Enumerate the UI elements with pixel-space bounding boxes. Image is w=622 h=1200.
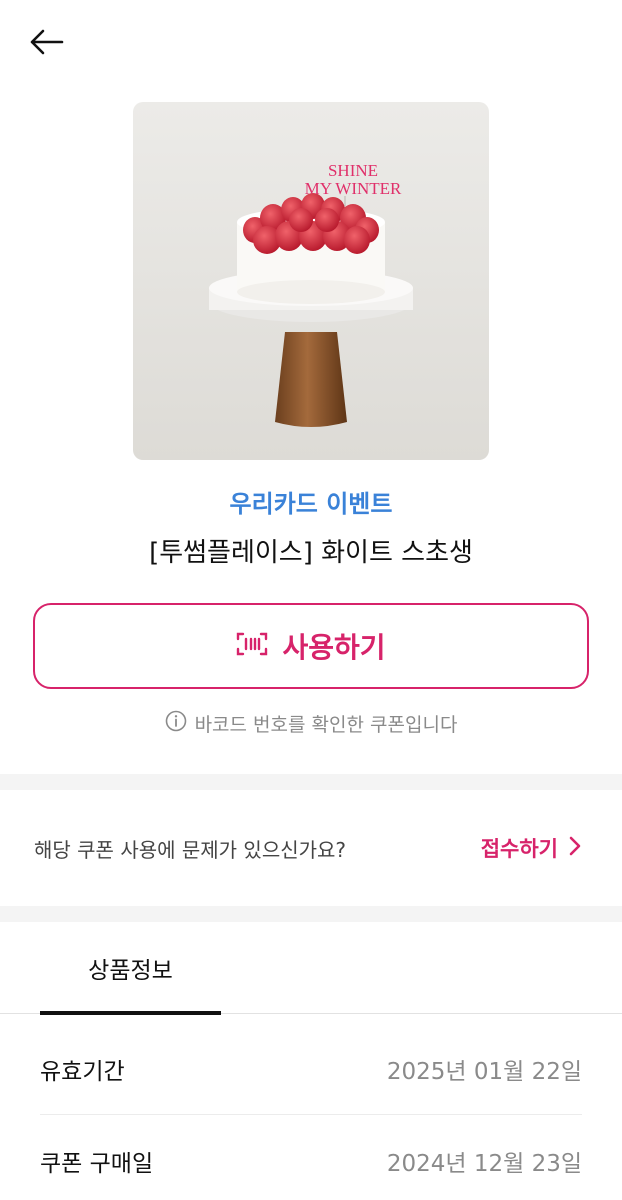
arrow-left-icon [28, 28, 64, 60]
info-row-validity: 유효기간 2025년 01월 22일 [40, 1023, 582, 1115]
report-submit-label: 접수하기 [480, 837, 558, 861]
purchase-date-label: 쿠폰 구매일 [40, 1151, 154, 1177]
info-circle-icon [165, 710, 187, 737]
section-divider [0, 774, 622, 790]
info-row-purchase-date: 쿠폰 구매일 2024년 12월 23일 [40, 1115, 582, 1200]
cake-topper-line2: MY WINTER [305, 179, 402, 198]
cake-topper-line1: SHINE [328, 161, 378, 180]
purchase-date-value: 2024년 12월 23일 [386, 1151, 582, 1177]
back-button[interactable] [22, 22, 70, 66]
use-coupon-label: 사용하기 [282, 631, 386, 664]
coupon-detail-page: SHINE MY WINTER 우리카드 이벤트 [투썸플레이스] 화이트 스초… [0, 0, 622, 1200]
tab-product-info[interactable]: 상품정보 [40, 922, 221, 1014]
report-submit-link[interactable]: 접수하기 [481, 833, 582, 863]
barcode-notice-text: 바코드 번호를 확인한 쿠폰입니다 [194, 714, 458, 736]
report-problem-row: 해당 쿠폰 사용에 문제가 있으신가요? 접수하기 [0, 790, 622, 906]
brand-label: 우리카드 이벤트 [229, 490, 393, 518]
barcode-notice: 바코드 번호를 확인한 쿠폰입니다 [0, 710, 622, 737]
product-image: SHINE MY WINTER [133, 102, 489, 460]
report-question: 해당 쿠폰 사용에 문제가 있으신가요? [34, 837, 347, 862]
barcode-scan-icon [236, 631, 268, 661]
chevron-right-icon [568, 835, 582, 862]
tab-active-indicator [40, 1011, 221, 1015]
validity-label: 유효기간 [40, 1058, 125, 1085]
section-divider [0, 906, 622, 922]
validity-value: 2025년 01월 22일 [386, 1058, 582, 1085]
tab-bar: 상품정보 [0, 922, 622, 1015]
use-coupon-button[interactable]: 사용하기 [33, 603, 589, 689]
product-name: [투썸플레이스] 화이트 스초생 [149, 538, 473, 568]
